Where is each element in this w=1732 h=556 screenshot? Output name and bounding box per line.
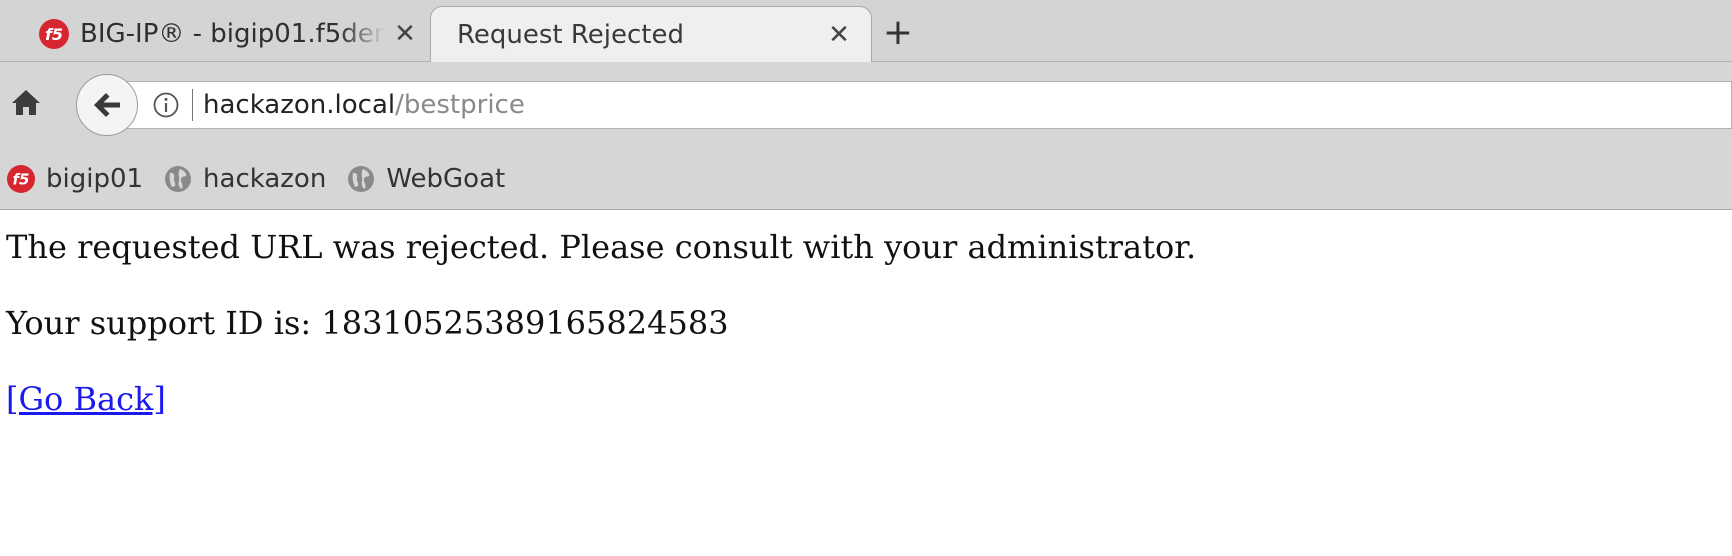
url-path: /bestprice: [395, 90, 525, 120]
tab-request-rejected[interactable]: Request Rejected ✕: [430, 6, 872, 62]
home-icon[interactable]: [8, 84, 44, 120]
close-tab-icon[interactable]: ✕: [391, 19, 419, 49]
navigation-toolbar: hackazon.local /bestprice: [0, 62, 1732, 148]
svg-text:f5: f5: [45, 25, 63, 44]
back-button[interactable]: [76, 74, 138, 136]
tab-title: Request Rejected: [457, 19, 684, 50]
arrow-left-icon: [94, 93, 120, 117]
rejection-message: The requested URL was rejected. Please c…: [6, 228, 1197, 266]
globe-icon: [348, 165, 375, 192]
new-tab-button[interactable]: +: [880, 12, 916, 53]
tab-bigip[interactable]: f5 BIG-IP® - bigip01.f5demo ✕: [20, 6, 420, 62]
bookmark-label: hackazon: [203, 163, 327, 194]
tab-strip: f5 BIG-IP® - bigip01.f5demo ✕ Request Re…: [0, 0, 1732, 62]
info-icon[interactable]: [152, 91, 180, 119]
f5-logo-icon: f5: [7, 164, 35, 193]
bookmark-webgoat[interactable]: WebGoat: [346, 164, 505, 194]
url-separator: [192, 89, 193, 121]
go-back-link[interactable]: [Go Back]: [6, 380, 166, 418]
bookmark-label: WebGoat: [386, 163, 506, 194]
bookmarks-toolbar: f5 bigip01 hackazon WebGoat: [0, 148, 1732, 210]
bookmark-bigip01[interactable]: f5 bigip01: [6, 164, 143, 194]
close-tab-icon[interactable]: ✕: [825, 20, 853, 50]
support-id-text: Your support ID is: 18310525389165824583: [6, 304, 729, 342]
bookmark-label: bigip01: [46, 163, 144, 194]
tab-title: BIG-IP® - bigip01.f5demo: [80, 19, 385, 49]
address-bar[interactable]: hackazon.local /bestprice: [118, 81, 1732, 129]
f5-logo-icon: f5: [39, 19, 69, 49]
svg-text:f5: f5: [13, 170, 30, 188]
bookmark-hackazon[interactable]: hackazon: [163, 164, 326, 194]
globe-icon: [165, 165, 192, 192]
url-host: hackazon.local: [203, 90, 396, 120]
